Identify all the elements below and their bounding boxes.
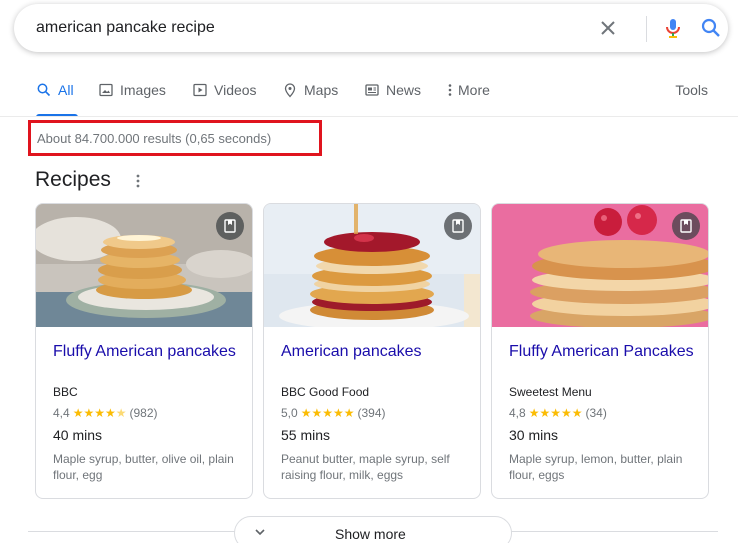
tab-more[interactable]: More [446, 80, 490, 100]
recipe-source: BBC [53, 385, 78, 399]
microphone-icon[interactable] [661, 16, 685, 40]
tools-button[interactable]: Tools [675, 80, 708, 100]
tab-all[interactable]: All [36, 80, 74, 100]
bookmark-button[interactable] [672, 212, 700, 240]
tab-maps[interactable]: Maps [282, 80, 338, 100]
show-more-button[interactable]: Show more [234, 516, 512, 543]
tab-videos[interactable]: Videos [192, 80, 257, 100]
bookmark-icon [680, 219, 692, 233]
recipe-card-1[interactable]: Fluffy American pancakes BBC 4,4 ★★★★ ★ (… [35, 203, 253, 499]
tools-label: Tools [675, 82, 708, 98]
bookmark-button[interactable] [216, 212, 244, 240]
recipe-title-link[interactable]: American pancakes [281, 342, 471, 362]
show-more-label: Show more [335, 526, 406, 542]
image-icon [99, 83, 113, 97]
recipe-card-3[interactable]: Fluffy American Pancakes Sweetest Menu 4… [491, 203, 709, 499]
tab-images[interactable]: Images [98, 80, 166, 100]
cook-time: 40 mins [53, 427, 103, 443]
rating-stars: ★★★★★ [528, 406, 583, 420]
rating-row: 4,8 ★★★★★ (34) [509, 406, 607, 420]
bookmark-icon [224, 219, 236, 233]
result-stats: About 84.700.000 results (0,65 seconds) [28, 120, 322, 156]
rating-stars: ★★★★★ [300, 406, 355, 420]
half-star-icon: ★ [115, 406, 127, 420]
tab-label: Videos [214, 82, 257, 98]
review-count: (394) [357, 406, 386, 420]
rating-value: 4,8 [509, 406, 526, 420]
tab-label: Maps [304, 82, 339, 98]
play-icon [193, 83, 207, 97]
rating-row: 5,0 ★★★★★ (394) [281, 406, 386, 420]
recipe-title-link[interactable]: Fluffy American Pancakes [509, 342, 699, 362]
tab-label: All [58, 82, 74, 98]
ingredients: Maple syrup, lemon, butter, plain flour,… [509, 452, 683, 482]
result-stats-text: About 84.700.000 results (0,65 seconds) [37, 130, 272, 146]
recipe-title-link[interactable]: Fluffy American pancakes [53, 342, 243, 362]
tab-label: News [386, 82, 422, 98]
chevron-down-icon [255, 529, 265, 536]
tabs-divider [0, 116, 738, 117]
rating-stars: ★★★★ [72, 406, 116, 420]
recipes-heading: Recipes [35, 168, 111, 191]
cook-time: 55 mins [281, 427, 331, 443]
ingredients: Maple syrup, butter, olive oil, plain fl… [53, 452, 234, 482]
review-count: (982) [129, 406, 158, 420]
bookmark-button[interactable] [444, 212, 472, 240]
search-divider [646, 16, 647, 42]
tab-label: More [458, 82, 490, 98]
more-options-icon[interactable] [134, 172, 142, 190]
search-icon [37, 83, 51, 97]
newspaper-icon [365, 84, 379, 96]
close-icon[interactable] [596, 16, 620, 40]
more-vert-icon [448, 84, 452, 96]
search-box[interactable]: american pancake recipe [14, 4, 728, 52]
cook-time: 30 mins [509, 427, 559, 443]
tab-news[interactable]: News [364, 80, 421, 100]
rating-value: 4,4 [53, 406, 70, 420]
search-input[interactable]: american pancake recipe [36, 19, 728, 37]
rating-value: 5,0 [281, 406, 298, 420]
ingredients: Peanut butter, maple syrup, self raising… [281, 452, 450, 482]
review-count: (34) [585, 406, 607, 420]
recipe-source: BBC Good Food [281, 385, 370, 399]
map-pin-icon [284, 83, 296, 98]
search-icon[interactable] [699, 16, 723, 40]
recipe-card-2[interactable]: American pancakes BBC Good Food 5,0 ★★★★… [263, 203, 481, 499]
tab-label: Images [120, 82, 166, 98]
search-tabs: All Images Videos Maps News More Tools [36, 80, 716, 117]
bookmark-icon [452, 219, 464, 233]
recipe-source: Sweetest Menu [509, 385, 592, 399]
rating-row: 4,4 ★★★★ ★ (982) [53, 406, 158, 420]
